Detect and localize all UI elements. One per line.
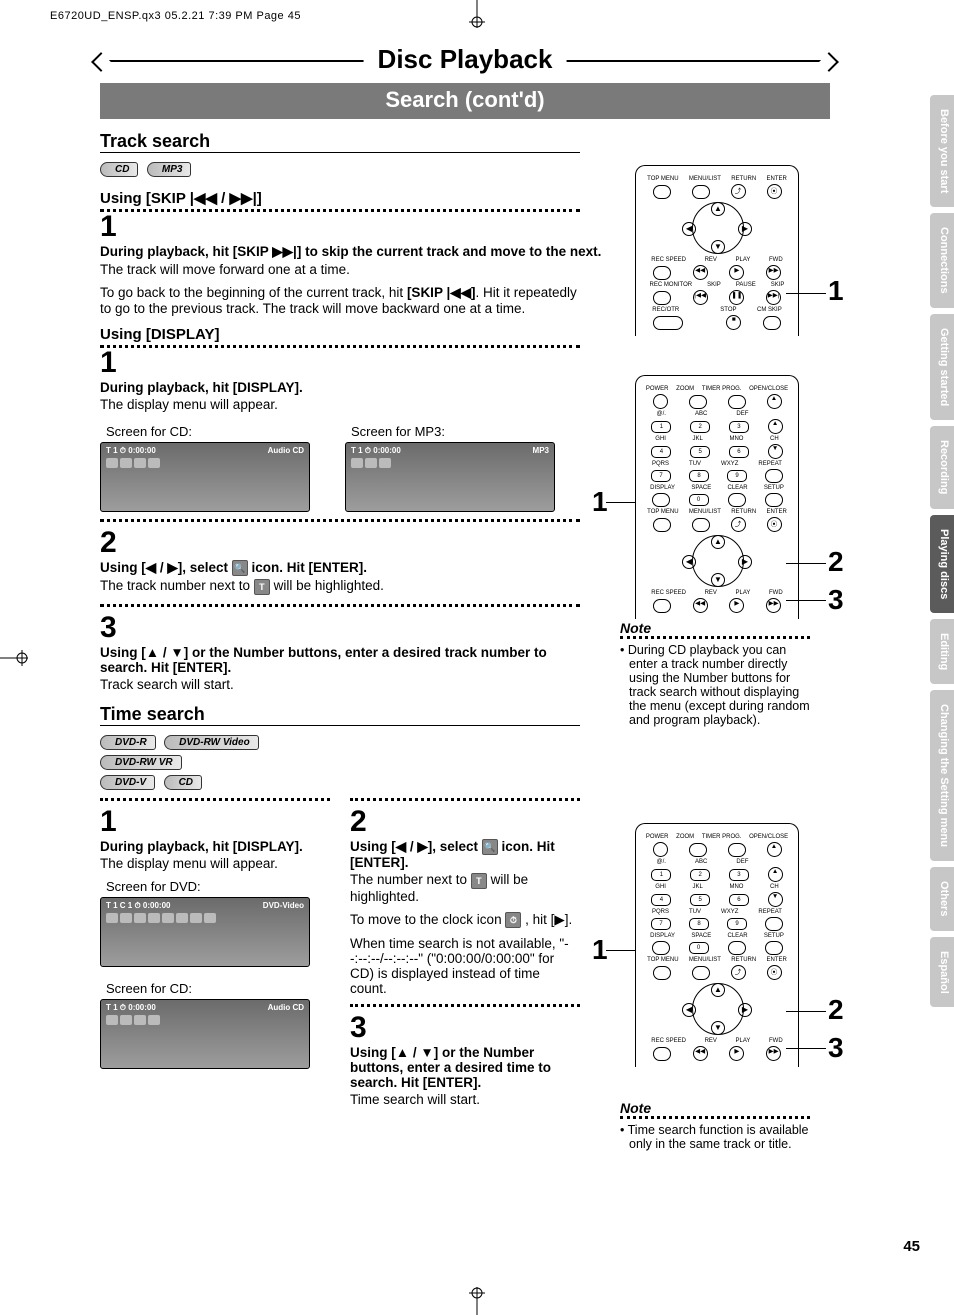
using-display: Using [DISPLAY] (100, 326, 580, 348)
note-text: • During CD playback you can enter a tra… (620, 643, 810, 727)
note-track-search: Note • During CD playback you can enter … (620, 620, 810, 727)
screen-cd2-left: T 1 ⏱ 0:00:00 (106, 1003, 156, 1013)
screen-mp3-right: MP3 (533, 446, 549, 456)
screen-dvd-mockup: T 1 C 1 ⏱ 0:00:00 DVD-Video (100, 897, 310, 967)
tab-connections[interactable]: Connections (930, 213, 954, 308)
separator (100, 798, 330, 801)
title-rule: Disc Playback (100, 60, 830, 93)
separator (100, 518, 580, 522)
remote-diagram-3: POWERZOOMTIMER PROG.OPEN/CLOSE ▲ @/.ABCD… (635, 823, 799, 1067)
screen-cd-left: T 1 ⏱ 0:00:00 (106, 446, 156, 456)
page-number: 45 (903, 1238, 920, 1255)
skip-back-label: [SKIP |◀◀] (407, 285, 476, 300)
time-step3-number: 3 (350, 1013, 580, 1043)
cropmark-bottom (457, 1287, 497, 1315)
callout-r3-2: 2 (828, 994, 844, 1026)
tab-editing[interactable]: Editing (930, 619, 954, 684)
screen-cd2-mockup: T 1 ⏱ 0:00:00 Audio CD (100, 999, 310, 1069)
text: To go back to the beginning of the curre… (100, 285, 407, 300)
section-time-search: Time search (100, 704, 580, 726)
badge-dvdrw-video: DVD-RW Video (164, 735, 259, 750)
display-step1-number: 1 (100, 348, 830, 378)
t-icon: T (471, 873, 487, 889)
time-step1-detail: The display menu will appear. (100, 856, 330, 871)
time-step1-instruction: During playback, hit [DISPLAY]. (100, 839, 330, 854)
screen-cd2-right: Audio CD (268, 1003, 304, 1013)
separator (350, 1004, 580, 1007)
search-icon: 🔍 (232, 560, 248, 576)
tab-changing-setting-menu[interactable]: Changing the Setting menu (930, 690, 954, 861)
cropmark-top (457, 0, 497, 28)
tab-before-you-start[interactable]: Before you start (930, 95, 954, 207)
time-step2-instruction: Using [◀ / ▶], select 🔍 icon. Hit [ENTER… (350, 839, 580, 870)
time-step3-detail: Time search will start. (350, 1092, 580, 1107)
separator (100, 603, 580, 607)
tab-playing-discs[interactable]: Playing discs (930, 515, 954, 613)
tab-others[interactable]: Others (930, 867, 954, 930)
callout-r2-1: 1 (592, 486, 608, 518)
badge-mp3: MP3 (147, 162, 192, 177)
screen-mp3-mockup: T 1 ⏱ 0:00:00 MP3 (345, 442, 555, 512)
remote-diagram-2: POWERZOOMTIMER PROG.OPEN/CLOSE ▲ @/.ABCD… (635, 375, 799, 619)
step1-extra: To go back to the beginning of the curre… (100, 285, 580, 316)
separator (350, 798, 580, 801)
display-step3-instruction: Using [▲ / ▼] or the Number buttons, ent… (100, 645, 580, 675)
note-title: Note (620, 1100, 810, 1119)
screen-cd2-caption: Screen for CD: (106, 981, 330, 996)
search-icon: 🔍 (482, 839, 498, 855)
screen-dvd-caption: Screen for DVD: (106, 879, 330, 894)
callout-r2-3: 3 (828, 584, 844, 616)
badge-dvdr: DVD-R (100, 735, 156, 750)
side-tabs: Before you start Connections Getting sta… (930, 95, 954, 1013)
screen-dvd-left: T 1 C 1 ⏱ 0:00:00 (106, 901, 171, 911)
time-step2-detail: The number next to T will be highlighted… (350, 872, 580, 903)
note-time-search: Note • Time search function is available… (620, 1100, 810, 1151)
note-title: Note (620, 620, 810, 639)
badge-cd: CD (100, 162, 138, 177)
remote-diagram-1: TOP MENUMENU/LISTRETURNENTER ⤴⦿ ▲▼ ◀▶ RE… (635, 165, 799, 336)
cropmark-left (0, 638, 28, 678)
screen-cd-caption: Screen for CD: (106, 424, 325, 439)
screen-dvd-right: DVD-Video (263, 901, 304, 911)
note-text: • Time search function is available only… (620, 1123, 810, 1151)
using-skip: Using [SKIP |◀◀ / ▶▶|] (100, 189, 580, 212)
time-step3-instruction: Using [▲ / ▼] or the Number buttons, ent… (350, 1045, 580, 1090)
t-icon: T (254, 579, 270, 595)
callout-r3-3: 3 (828, 1032, 844, 1064)
disc-badges-time: DVD-R DVD-RW Video DVD-RW VR DVD-V CD (100, 732, 330, 792)
tab-getting-started[interactable]: Getting started (930, 314, 954, 420)
callout-r3-1: 1 (592, 934, 608, 966)
screen-cd-right: Audio CD (268, 446, 304, 456)
screen-cd-mockup: T 1 ⏱ 0:00:00 Audio CD (100, 442, 310, 512)
time-step2-number: 2 (350, 807, 580, 837)
section-track-search: Track search (100, 131, 580, 153)
badge-dvdrw-vr: DVD-RW VR (100, 755, 182, 770)
screen-mp3-caption: Screen for MP3: (351, 424, 570, 439)
callout-1: 1 (828, 275, 844, 307)
tab-espanol[interactable]: Español (930, 937, 954, 1008)
screen-mp3-left: T 1 ⏱ 0:00:00 (351, 446, 401, 456)
time-step1-number: 1 (100, 807, 330, 837)
badge-cd: CD (164, 775, 202, 790)
tab-recording[interactable]: Recording (930, 426, 954, 508)
clock-icon: ⏱ (505, 912, 521, 928)
badge-dvdv: DVD-V (100, 775, 155, 790)
time-step2-note: When time search is not available, "--:-… (350, 936, 580, 996)
time-step2-extra: To move to the clock icon ⏱ , hit [▶]. (350, 912, 580, 928)
callout-r2-2: 2 (828, 546, 844, 578)
main-title: Disc Playback (364, 44, 567, 75)
